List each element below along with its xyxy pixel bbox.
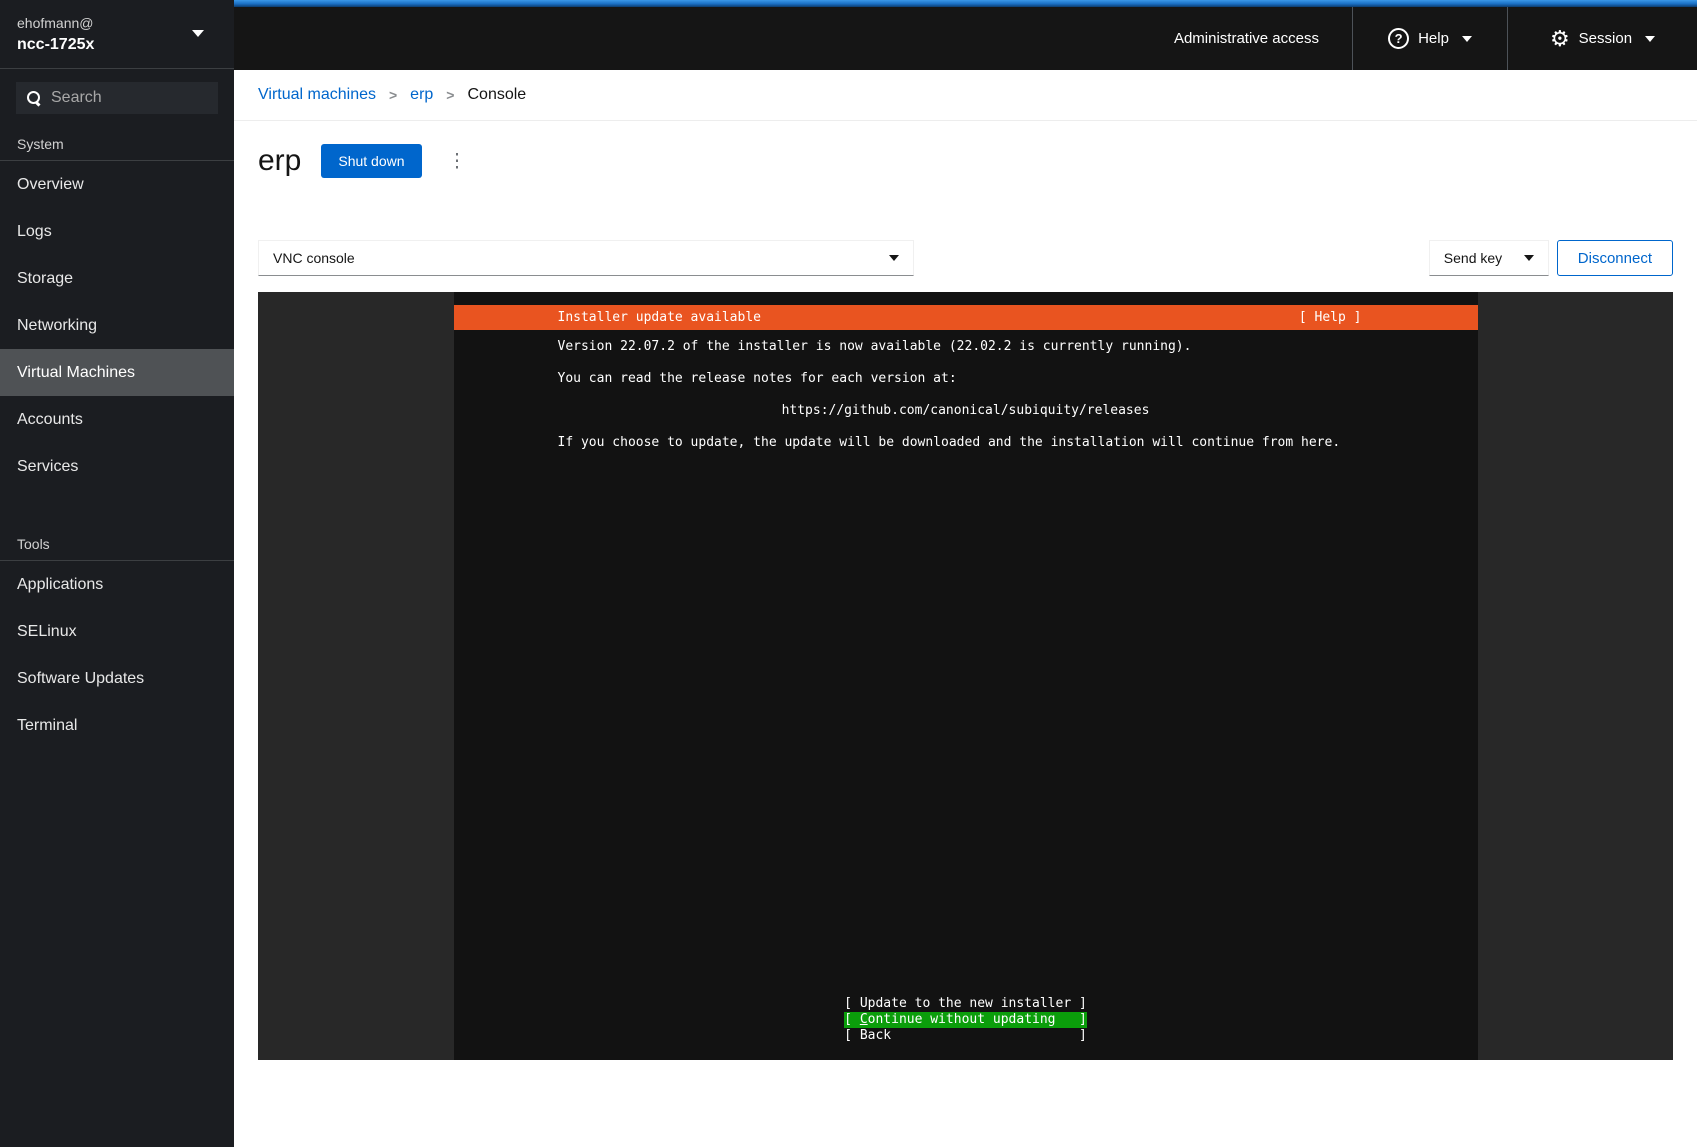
sidebar-item-software-updates[interactable]: Software Updates	[0, 655, 234, 702]
help-label: Help	[1418, 30, 1449, 47]
gear-icon: ⚙	[1550, 28, 1570, 50]
option-update-installer[interactable]: [ Update to the new installer ]	[844, 996, 1087, 1012]
kebab-menu-icon[interactable]: ⋮	[442, 148, 473, 175]
page-header: erp Shut down ⋮	[258, 144, 473, 178]
breadcrumb-console: Console	[467, 86, 526, 104]
disconnect-button[interactable]: Disconnect	[1557, 240, 1673, 276]
session-label: Session	[1579, 30, 1632, 47]
shut-down-button[interactable]: Shut down	[321, 144, 421, 178]
search-icon	[26, 90, 42, 106]
section-title-system: System	[0, 136, 234, 160]
vnc-screen[interactable]: Installer update available [ Help ] Vers…	[454, 292, 1478, 1060]
accent-bar	[234, 0, 1697, 7]
user-menu[interactable]: ehofmann@ ncc-1725x	[0, 0, 234, 69]
chevron-down-icon	[889, 255, 899, 261]
host-name: ncc-1725x	[17, 33, 217, 57]
installer-options: [ Update to the new installer ] [ Contin…	[454, 996, 1478, 1044]
sidebar-item-overview[interactable]: Overview	[0, 161, 234, 208]
user-name: ehofmann@	[17, 13, 217, 33]
sidebar-search[interactable]	[16, 82, 218, 114]
masthead: Administrative access ? Help ⚙ Session	[234, 0, 1697, 70]
chevron-down-icon	[1645, 36, 1655, 42]
session-menu[interactable]: ⚙ Session	[1507, 7, 1697, 70]
sidebar-item-storage[interactable]: Storage	[0, 255, 234, 302]
installer-message: Version 22.07.2 of the installer is now …	[454, 339, 1478, 467]
vnc-console-area: Installer update available [ Help ] Vers…	[258, 292, 1673, 1060]
search-input[interactable]	[51, 89, 208, 107]
breadcrumb-erp[interactable]: erp	[410, 86, 433, 104]
administrative-access-label: Administrative access	[1174, 30, 1319, 47]
sidebar-item-selinux[interactable]: SELinux	[0, 608, 234, 655]
sidebar-item-virtual-machines[interactable]: Virtual Machines	[0, 349, 234, 396]
sidebar-item-applications[interactable]: Applications	[0, 561, 234, 608]
console-toolbar: VNC console Send key Disconnect	[258, 240, 1673, 276]
breadcrumb-virtual-machines[interactable]: Virtual machines	[258, 86, 376, 104]
sidebar-item-logs[interactable]: Logs	[0, 208, 234, 255]
chevron-down-icon	[1524, 255, 1534, 261]
help-menu[interactable]: ? Help	[1352, 7, 1507, 70]
help-icon: ?	[1388, 28, 1409, 49]
sidebar-item-accounts[interactable]: Accounts	[0, 396, 234, 443]
chevron-right-icon: >	[446, 87, 454, 103]
console-type-select[interactable]: VNC console	[258, 240, 914, 276]
administrative-access-button[interactable]: Administrative access	[1174, 7, 1352, 70]
installer-header-bar: Installer update available [ Help ]	[454, 305, 1478, 330]
send-key-label: Send key	[1444, 250, 1502, 266]
send-key-dropdown[interactable]: Send key	[1429, 240, 1549, 276]
console-type-value: VNC console	[273, 250, 355, 266]
installer-line: Version 22.07.2 of the installer is now …	[454, 339, 1478, 355]
installer-release-notes-url: https://github.com/canonical/subiquity/r…	[454, 403, 1478, 419]
sidebar-item-terminal[interactable]: Terminal	[0, 702, 234, 749]
section-title-tools: Tools	[0, 536, 234, 560]
chevron-down-icon	[1462, 36, 1472, 42]
installer-help-button[interactable]: [ Help ]	[1299, 305, 1362, 330]
breadcrumb: Virtual machines > erp > Console	[234, 70, 1697, 121]
chevron-right-icon: >	[389, 87, 397, 103]
option-back[interactable]: [ Back ]	[844, 1028, 1087, 1044]
option-continue-without-updating[interactable]: [ Continue without updating ]	[844, 1012, 1087, 1028]
sidebar: ehofmann@ ncc-1725x System Overview Logs…	[0, 0, 234, 1147]
sidebar-item-networking[interactable]: Networking	[0, 302, 234, 349]
page-title: erp	[258, 144, 301, 178]
installer-line: If you choose to update, the update will…	[454, 435, 1478, 451]
chevron-down-icon	[192, 30, 204, 37]
main-content: erp Shut down ⋮ VNC console Send key Dis…	[234, 121, 1697, 1147]
installer-line: You can read the release notes for each …	[454, 371, 1478, 387]
installer-header-title: Installer update available	[558, 305, 762, 330]
sidebar-item-services[interactable]: Services	[0, 443, 234, 490]
